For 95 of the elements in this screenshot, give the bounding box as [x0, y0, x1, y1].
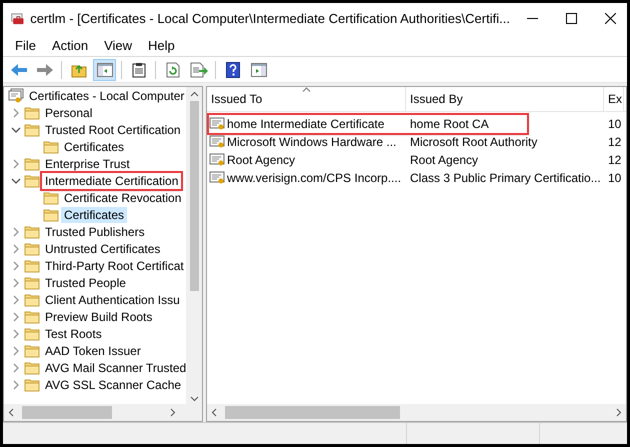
folder-icon [24, 344, 40, 358]
scroll-right-icon[interactable] [616, 408, 622, 417]
app-icon [11, 10, 24, 26]
tree-item[interactable]: Enterprise Trust [42, 156, 133, 172]
folder-icon [24, 360, 40, 374]
tree-item[interactable]: Trusted People [42, 274, 129, 290]
tree-item[interactable]: AAD Token Issuer [42, 342, 144, 358]
tree-item[interactable]: Intermediate Certification [42, 172, 182, 188]
folder-icon [24, 174, 40, 188]
back-arrow-icon [10, 62, 28, 76]
vertical-scrollbar[interactable] [186, 87, 202, 404]
chevron-down-icon[interactable] [11, 178, 21, 184]
chevron-right-icon[interactable] [13, 244, 19, 254]
folder-icon [24, 122, 40, 136]
folder-icon [43, 140, 59, 154]
maximize-icon [566, 13, 577, 24]
tree-item[interactable]: Certificates [61, 138, 128, 154]
chevron-down-icon[interactable] [11, 126, 21, 132]
table-cell-text: home Intermediate Certificate [226, 117, 386, 131]
tree-item[interactable]: AVG Mail Scanner Trusted [42, 360, 186, 376]
folder-icon [24, 292, 40, 306]
folder-icon [24, 242, 40, 256]
table-cell-text: home Root CA [409, 117, 490, 131]
chevron-right-icon[interactable] [13, 278, 19, 288]
tree-item[interactable]: Untrusted Certificates [42, 240, 164, 256]
minimize-icon [526, 18, 538, 19]
chevron-right-icon[interactable] [13, 362, 19, 372]
forward-arrow-icon [36, 62, 54, 76]
action-pane-icon [250, 62, 266, 76]
column-header[interactable]: Ex [604, 87, 624, 111]
folder-icon [24, 378, 40, 392]
clipboard-icon [132, 62, 146, 78]
tree-item[interactable]: AVG SSL Scanner Cache [42, 376, 184, 392]
folder-icon [24, 258, 40, 272]
tree-root-item[interactable]: Certificates - Local Computer [26, 88, 186, 104]
console-tree-icon [96, 62, 112, 76]
table-cell-text: 12 [607, 153, 622, 167]
help-icon [226, 62, 240, 78]
window-title: certlm - [Certificates - Local Computer\Intermediate Certification Authorities\Certifi... [30, 11, 510, 26]
certificate-icon [209, 171, 225, 185]
chevron-right-icon[interactable] [13, 346, 19, 356]
table-cell-text: 10 [607, 171, 622, 185]
tree-item[interactable]: Trusted Root Certification [42, 122, 184, 138]
folder-icon [24, 310, 40, 324]
certificate-icon [209, 153, 225, 167]
column-header[interactable]: Issued To [207, 87, 406, 111]
folder-icon [24, 276, 40, 290]
chevron-right-icon[interactable] [13, 328, 19, 338]
scroll-left-icon[interactable] [211, 408, 217, 417]
scroll-left-icon[interactable] [8, 408, 14, 417]
horizontal-scrollbar[interactable] [4, 404, 202, 421]
chevron-right-icon[interactable] [13, 312, 19, 322]
table-cell-text: Root Agency [409, 153, 480, 167]
scroll-up-icon[interactable] [190, 91, 198, 97]
certificate-icon [209, 117, 225, 131]
tree-item[interactable]: Client Authentication Issu [42, 292, 183, 308]
chevron-right-icon[interactable] [13, 226, 19, 236]
table-cell-text: 10 [607, 117, 622, 131]
column-header[interactable]: Issued By [406, 87, 604, 111]
tree-item[interactable]: Personal [42, 104, 96, 120]
export-list-icon [190, 62, 208, 78]
table-cell-text: Microsoft Root Authority [409, 135, 538, 149]
folder-icon [24, 326, 40, 340]
folder-icon [24, 156, 40, 170]
table-cell-text: www.verisign.com/CPS Incorp.... [226, 171, 402, 185]
table-cell-text: Class 3 Public Primary Certificatio... [409, 171, 602, 185]
tree-item[interactable]: Trusted Publishers [42, 224, 148, 240]
folder-icon [24, 106, 40, 120]
menu-item[interactable]: File [7, 38, 44, 52]
certificate-icon [209, 135, 225, 149]
folder-icon [43, 208, 59, 222]
tree-item[interactable]: Preview Build Roots [42, 308, 156, 324]
table-cell-text: Root Agency [226, 153, 296, 167]
menu-item[interactable]: View [96, 38, 140, 52]
folder-icon [24, 224, 40, 238]
tree-item[interactable]: Certificate Revocation [61, 190, 184, 206]
scroll-right-icon[interactable] [170, 408, 176, 417]
table-cell-text: 12 [607, 135, 622, 149]
close-icon [604, 13, 616, 24]
chevron-right-icon[interactable] [13, 158, 19, 168]
chevron-right-icon[interactable] [13, 294, 19, 304]
scroll-down-icon[interactable] [190, 396, 198, 402]
table-cell-text: Microsoft Windows Hardware ... [226, 135, 398, 149]
chevron-right-icon[interactable] [13, 380, 19, 390]
folder-icon [43, 190, 59, 204]
tree-item[interactable]: Test Roots [42, 326, 105, 342]
tree-item[interactable]: Third-Party Root Certificat [42, 258, 186, 274]
refresh-icon [166, 62, 180, 78]
chevron-right-icon[interactable] [13, 108, 19, 118]
menu-item[interactable]: Help [140, 38, 183, 52]
chevron-right-icon[interactable] [13, 260, 19, 270]
sort-ascending-icon [302, 87, 311, 92]
menu-item[interactable]: Action [44, 38, 96, 52]
tree-item[interactable]: Certificates [61, 206, 128, 222]
horizontal-scrollbar[interactable] [207, 404, 626, 421]
